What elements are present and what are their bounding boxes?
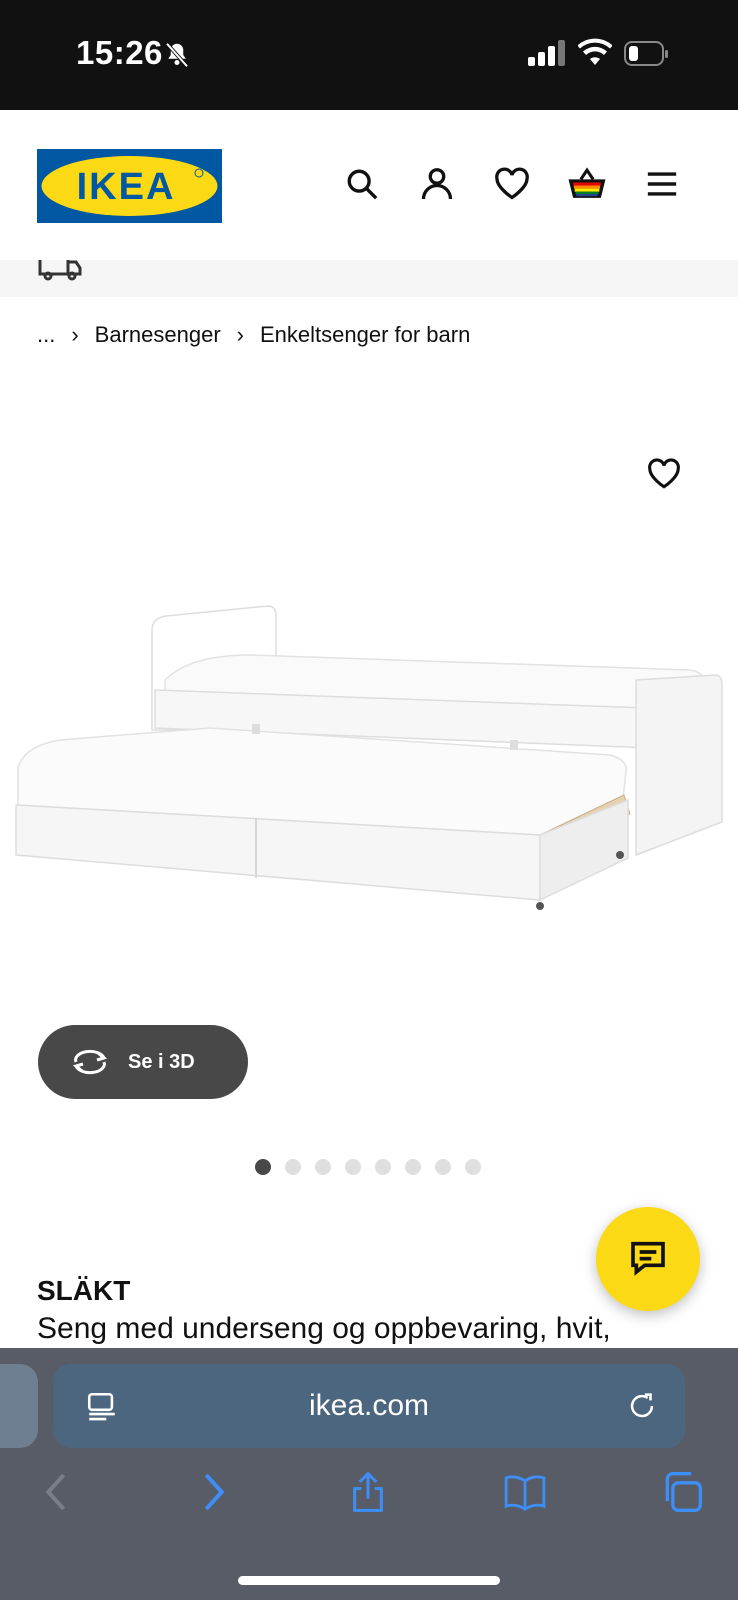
previous-tab-preview[interactable] xyxy=(0,1364,38,1448)
carousel-dot[interactable] xyxy=(285,1159,301,1175)
chat-bubble-icon xyxy=(628,1237,668,1282)
breadcrumb-ellipsis[interactable]: ... xyxy=(37,322,55,348)
site-header: IKEA xyxy=(0,110,738,260)
battery-icon xyxy=(624,40,670,73)
tabs-icon[interactable] xyxy=(660,1470,704,1514)
address-bar[interactable]: ikea.com xyxy=(53,1364,685,1448)
info-banner-link[interactable] xyxy=(96,260,346,268)
share-icon[interactable] xyxy=(346,1470,390,1514)
reload-icon[interactable] xyxy=(625,1388,659,1429)
forward-icon[interactable] xyxy=(192,1470,236,1514)
status-time: 15:26 xyxy=(76,34,163,71)
carousel-dot[interactable] xyxy=(255,1159,271,1175)
wifi-icon xyxy=(577,38,613,71)
svg-text:IKEA: IKEA xyxy=(77,166,176,208)
heart-icon[interactable] xyxy=(492,164,532,204)
add-to-favourites-icon[interactable] xyxy=(642,452,686,496)
menu-icon[interactable] xyxy=(642,164,682,204)
product-name: SLÄKT xyxy=(37,1275,131,1306)
url-text: ikea.com xyxy=(308,1389,430,1422)
rotate-3d-icon xyxy=(70,1048,110,1076)
product-image[interactable] xyxy=(0,600,738,1020)
carousel-dot[interactable] xyxy=(405,1159,421,1175)
chevron-right-icon: › xyxy=(71,322,79,347)
breadcrumb-item-enkeltsenger[interactable]: Enkeltsenger for barn xyxy=(260,322,470,348)
view-in-3d-label: Se i 3D xyxy=(128,1050,195,1073)
info-banner xyxy=(0,260,738,297)
carousel-dot[interactable] xyxy=(435,1159,451,1175)
home-indicator[interactable] xyxy=(238,1576,500,1585)
product-description: Seng med underseng og oppbevaring, hvit, xyxy=(37,1312,611,1345)
carousel-dots xyxy=(255,1159,481,1175)
carousel-dot[interactable] xyxy=(375,1159,391,1175)
bookmarks-icon[interactable] xyxy=(503,1470,547,1514)
account-icon[interactable] xyxy=(417,164,457,204)
chevron-right-icon: › xyxy=(236,322,244,347)
breadcrumb: ... › Barnesenger › Enkeltsenger for bar… xyxy=(37,322,470,348)
view-in-3d-button[interactable]: Se i 3D xyxy=(38,1025,248,1099)
chat-button[interactable] xyxy=(596,1207,700,1311)
cellular-signal-icon xyxy=(528,40,566,71)
search-icon[interactable] xyxy=(342,164,382,204)
status-bar: 15:26 xyxy=(0,0,738,110)
truck-icon xyxy=(38,260,82,287)
back-icon[interactable] xyxy=(34,1470,78,1514)
ikea-logo[interactable]: IKEA xyxy=(37,149,222,223)
carousel-dot[interactable] xyxy=(345,1159,361,1175)
basket-icon[interactable] xyxy=(567,164,607,204)
breadcrumb-item-barnesenger[interactable]: Barnesenger xyxy=(95,322,221,348)
carousel-dot[interactable] xyxy=(315,1159,331,1175)
bell-muted-icon xyxy=(162,40,192,75)
carousel-dot[interactable] xyxy=(465,1159,481,1175)
reader-mode-icon[interactable] xyxy=(85,1390,119,1429)
